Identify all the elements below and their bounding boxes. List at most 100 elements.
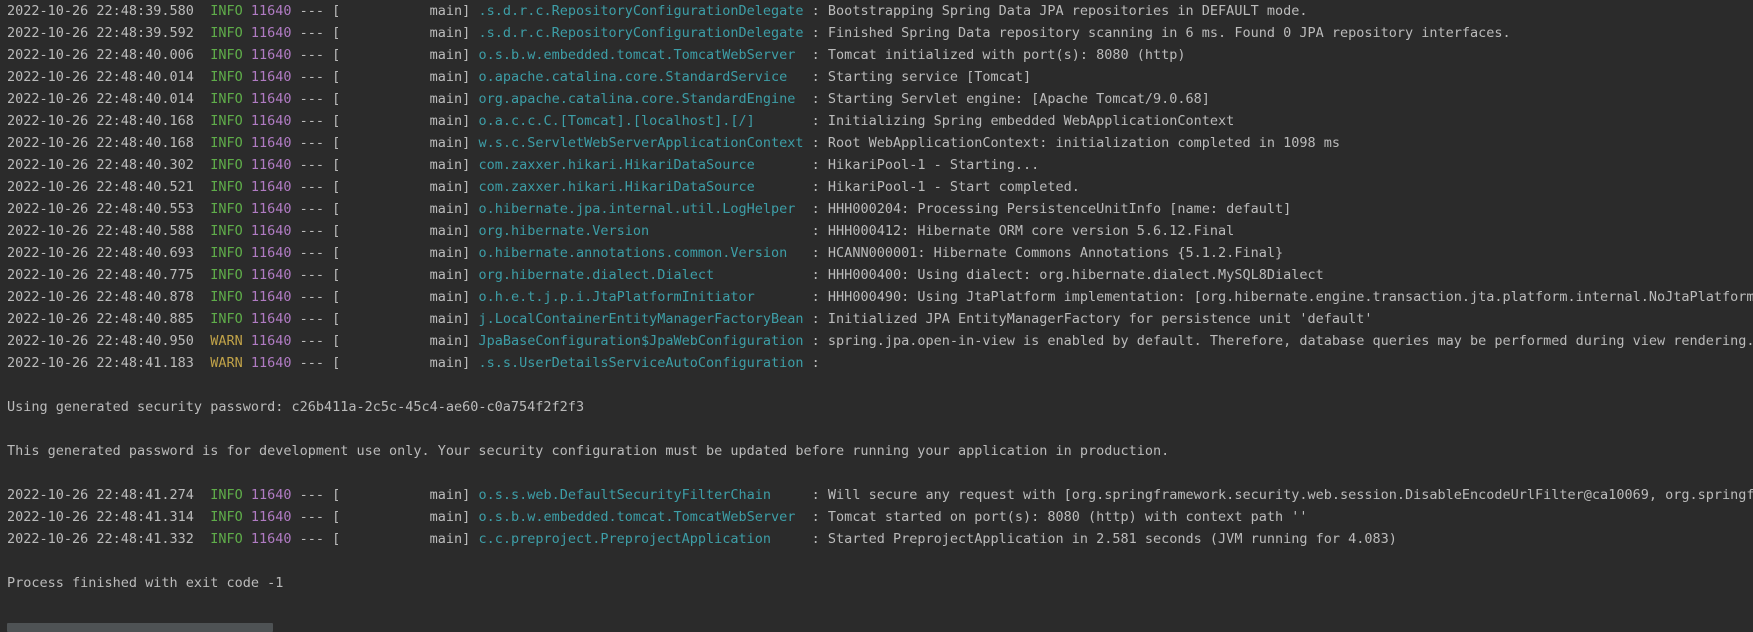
log-timestamp: 2022-10-26 22:48:40.521	[7, 179, 194, 195]
log-level: INFO	[210, 69, 243, 85]
log-message: : Starting Servlet engine: [Apache Tomca…	[803, 91, 1210, 107]
log-pid: 11640	[250, 157, 292, 173]
log-message: : HCANN000001: Hibernate Commons Annotat…	[803, 245, 1284, 261]
log-message: : Finished Spring Data repository scanni…	[803, 25, 1511, 41]
log-level: INFO	[210, 135, 243, 151]
log-level: INFO	[210, 25, 243, 41]
exit-code-line: Process finished with exit code -1	[7, 575, 284, 591]
log-line: 2022-10-26 22:48:41.332 INFO 11640 --- […	[7, 528, 1753, 550]
log-thread: --- [ main]	[291, 201, 479, 217]
log-pid: 11640	[250, 91, 292, 107]
log-logger: org.apache.catalina.core.StandardEngine	[478, 91, 804, 107]
log-line: 2022-10-26 22:48:39.592 INFO 11640 --- […	[7, 22, 1753, 44]
log-line: 2022-10-26 22:48:41.274 INFO 11640 --- […	[7, 484, 1753, 506]
log-pid: 11640	[250, 289, 292, 305]
log-pid: 11640	[250, 135, 292, 151]
log-pid: 11640	[250, 487, 292, 503]
log-thread: --- [ main]	[291, 3, 479, 19]
log-logger: JpaBaseConfiguration$JpaWebConfiguration	[478, 333, 804, 349]
log-thread: --- [ main]	[291, 47, 479, 63]
log-timestamp: 2022-10-26 22:48:40.588	[7, 223, 194, 239]
log-pid: 11640	[250, 201, 292, 217]
log-timestamp: 2022-10-26 22:48:40.775	[7, 267, 194, 283]
log-pid: 11640	[250, 47, 292, 63]
log-logger: com.zaxxer.hikari.HikariDataSource	[478, 179, 804, 195]
log-message: : Starting service [Tomcat]	[803, 69, 1032, 85]
log-message: : spring.jpa.open-in-view is enabled by …	[803, 333, 1753, 349]
log-line: 2022-10-26 22:48:40.553 INFO 11640 --- […	[7, 198, 1753, 220]
log-pid: 11640	[250, 355, 292, 371]
log-timestamp: 2022-10-26 22:48:40.168	[7, 135, 194, 151]
log-message: : Root WebApplicationContext: initializa…	[803, 135, 1340, 151]
log-level: INFO	[210, 509, 243, 525]
log-logger: org.hibernate.dialect.Dialect	[478, 267, 804, 283]
log-output: 2022-10-26 22:48:39.580 INFO 11640 --- […	[7, 0, 1753, 594]
run-console[interactable]: 2022-10-26 22:48:39.580 INFO 11640 --- […	[0, 0, 1753, 632]
log-block-finish: 2022-10-26 22:48:41.274 INFO 11640 --- […	[7, 484, 1753, 550]
log-line: 2022-10-26 22:48:39.580 INFO 11640 --- […	[7, 0, 1753, 22]
log-logger: org.hibernate.Version	[478, 223, 804, 239]
log-thread: --- [ main]	[291, 487, 479, 503]
log-timestamp: 2022-10-26 22:48:40.878	[7, 289, 194, 305]
log-timestamp: 2022-10-26 22:48:40.885	[7, 311, 194, 327]
log-pid: 11640	[250, 245, 292, 261]
log-message: : HHH000490: Using JtaPlatform implement…	[803, 289, 1753, 305]
log-level: INFO	[210, 113, 243, 129]
log-logger: o.a.c.c.C.[Tomcat].[localhost].[/]	[478, 113, 804, 129]
horizontal-scrollbar-thumb[interactable]	[7, 623, 273, 632]
log-logger: o.hibernate.annotations.common.Version	[478, 245, 804, 261]
log-logger: o.s.b.w.embedded.tomcat.TomcatWebServer	[478, 509, 804, 525]
log-pid: 11640	[250, 223, 292, 239]
log-thread: --- [ main]	[291, 333, 479, 349]
log-level: INFO	[210, 245, 243, 261]
log-thread: --- [ main]	[291, 223, 479, 239]
security-password-line: Using generated security password: c26b4…	[7, 399, 585, 415]
log-message: : Initializing Spring embedded WebApplic…	[803, 113, 1235, 129]
log-line: 2022-10-26 22:48:40.693 INFO 11640 --- […	[7, 242, 1753, 264]
log-pid: 11640	[250, 69, 292, 85]
log-thread: --- [ main]	[291, 179, 479, 195]
log-timestamp: 2022-10-26 22:48:40.168	[7, 113, 194, 129]
log-line: 2022-10-26 22:48:41.183 WARN 11640 --- […	[7, 352, 1753, 374]
log-level: INFO	[210, 91, 243, 107]
log-pid: 11640	[250, 179, 292, 195]
log-logger: o.apache.catalina.core.StandardService	[478, 69, 804, 85]
log-level: WARN	[210, 333, 243, 349]
log-timestamp: 2022-10-26 22:48:40.950	[7, 333, 194, 349]
log-timestamp: 2022-10-26 22:48:41.314	[7, 509, 194, 525]
log-thread: --- [ main]	[291, 289, 479, 305]
log-level: INFO	[210, 267, 243, 283]
log-thread: --- [ main]	[291, 509, 479, 525]
log-thread: --- [ main]	[291, 135, 479, 151]
log-timestamp: 2022-10-26 22:48:40.014	[7, 91, 194, 107]
log-message: : HHH000400: Using dialect: org.hibernat…	[803, 267, 1324, 283]
log-level: INFO	[210, 223, 243, 239]
log-thread: --- [ main]	[291, 91, 479, 107]
log-line: 2022-10-26 22:48:40.521 INFO 11640 --- […	[7, 176, 1753, 198]
